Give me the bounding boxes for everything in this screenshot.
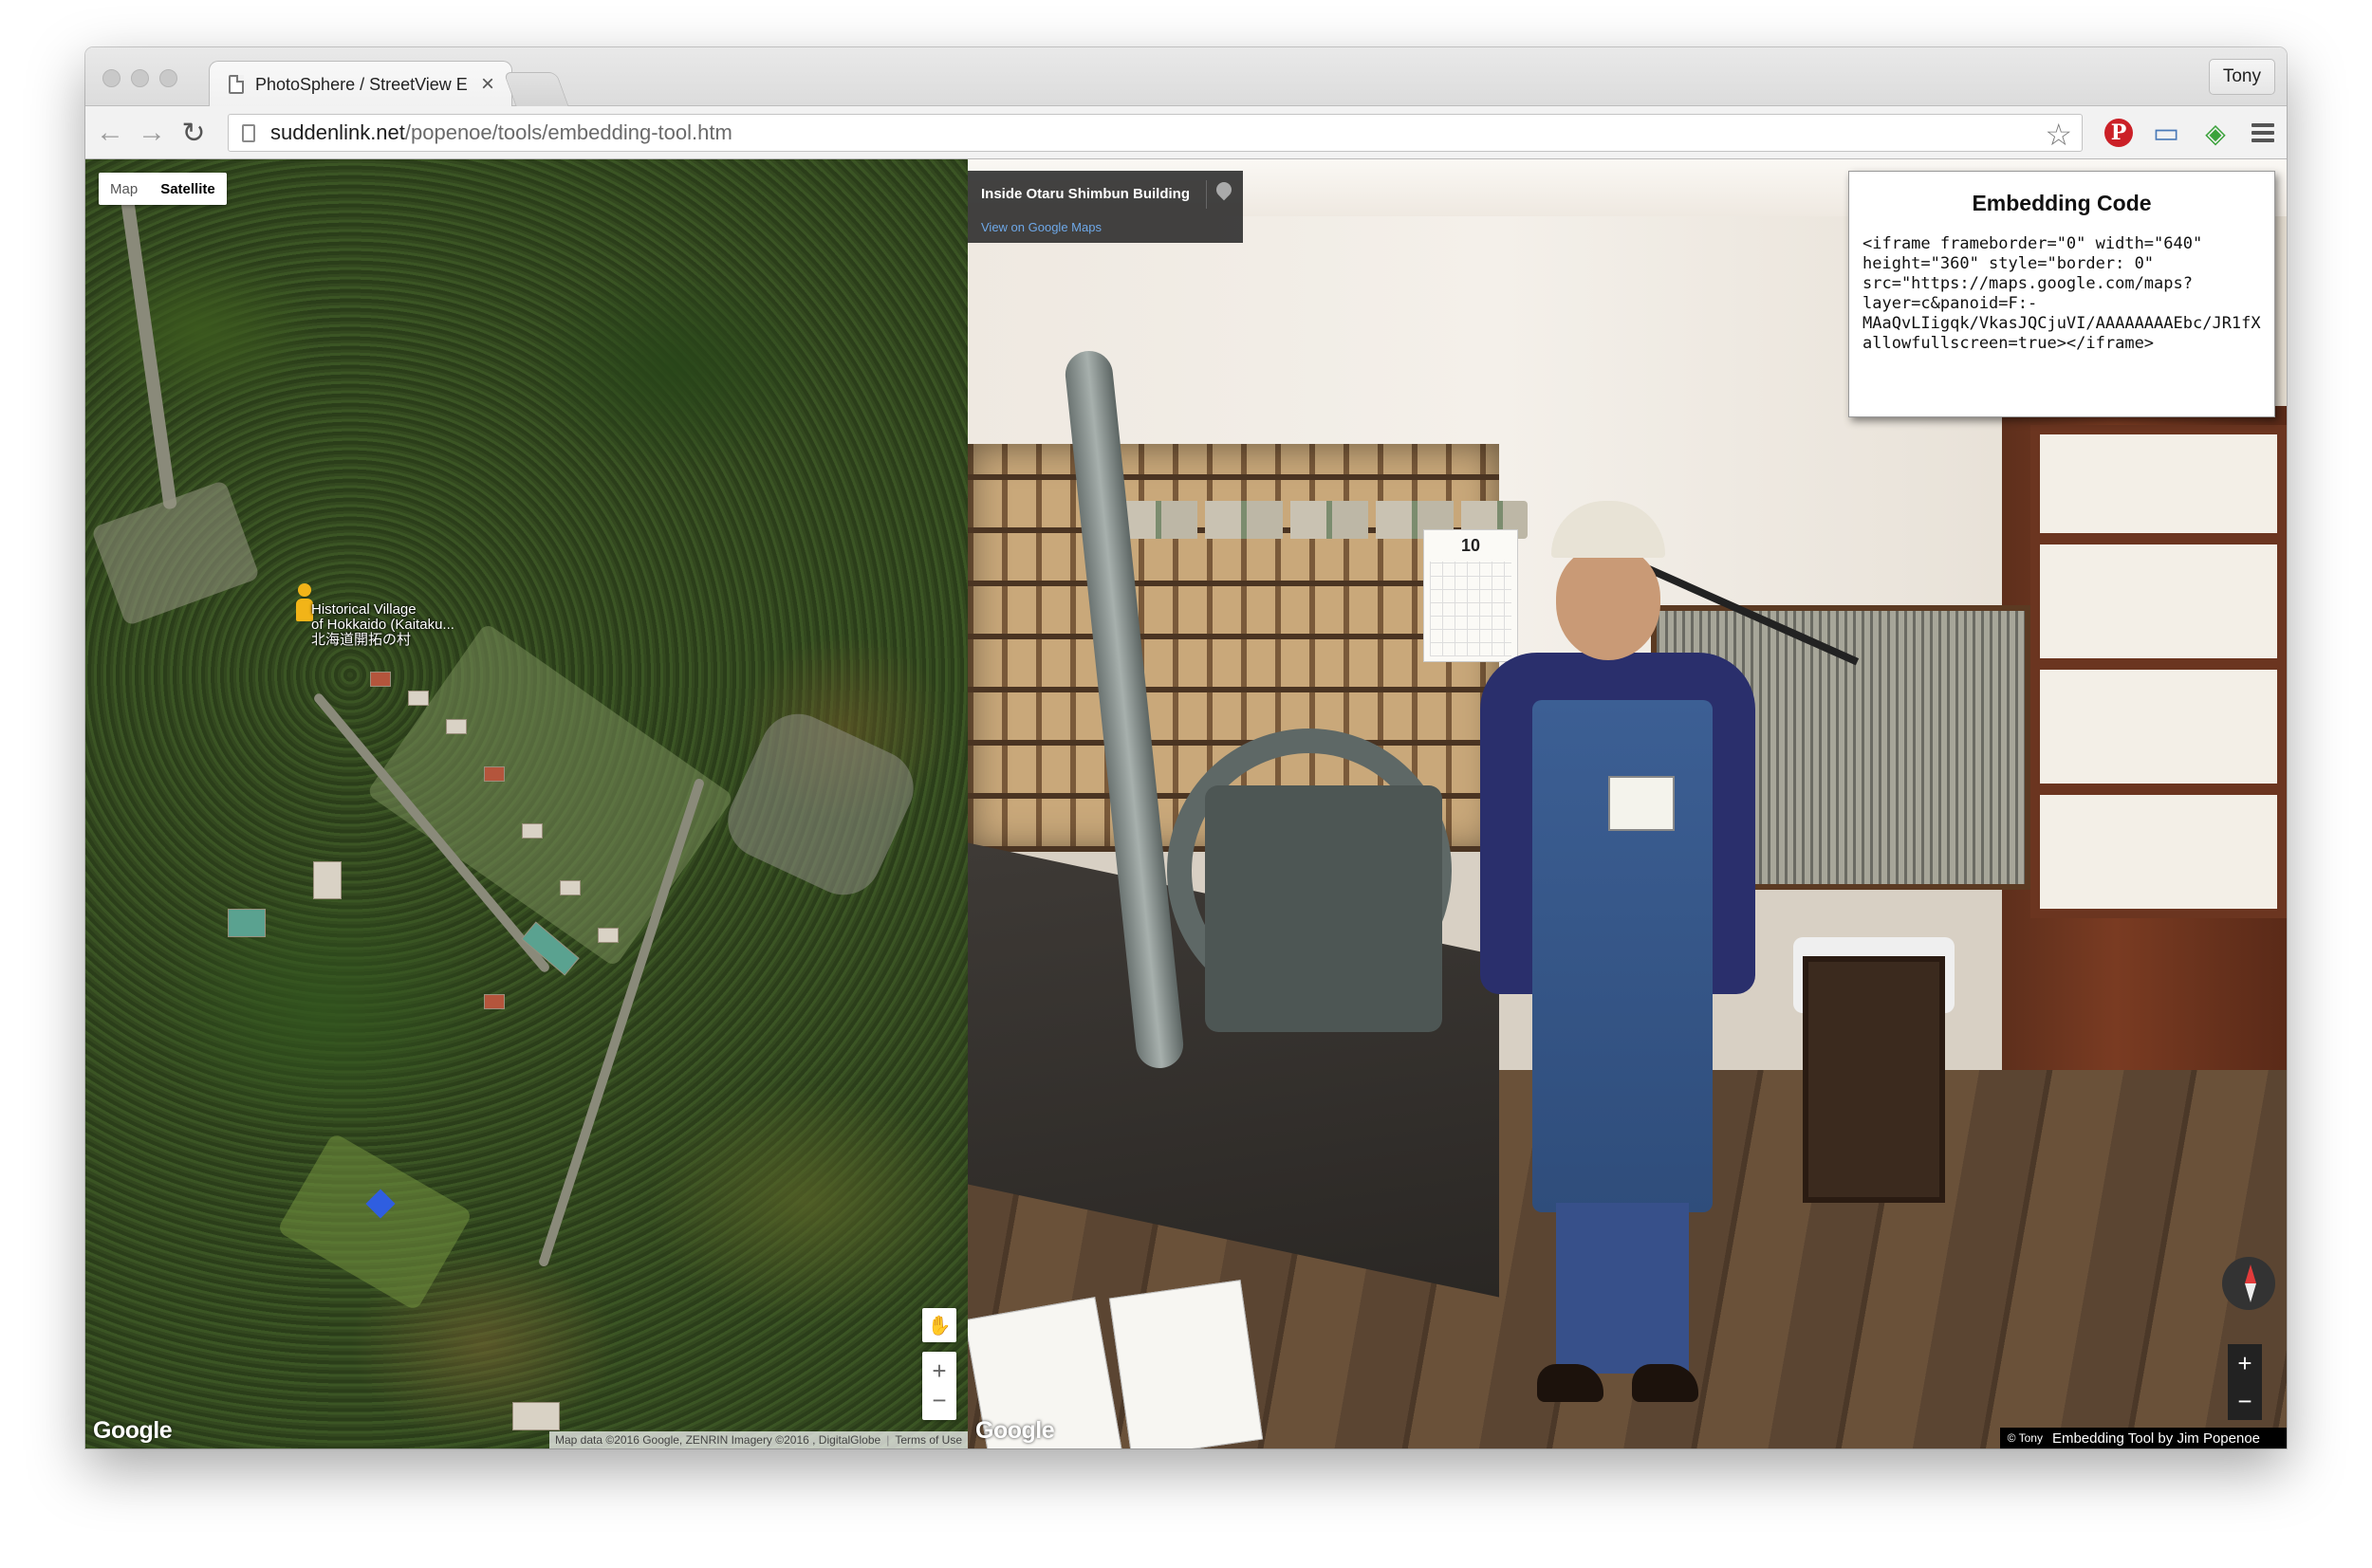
map-attribution-text: Map data ©2016 Google, ZENRIN Imagery ©2…: [554, 1433, 881, 1447]
map-building: [484, 766, 505, 782]
url-path: /popenoe/tools/embedding-tool.htm: [404, 120, 732, 144]
map-type-toggle: Map Satellite: [99, 173, 227, 205]
close-tab-icon[interactable]: ×: [481, 73, 494, 96]
zoom-in-icon[interactable]: +: [932, 1356, 946, 1386]
map-type-map-button[interactable]: Map: [99, 173, 149, 205]
sv-printing-press: [1044, 348, 1480, 1108]
embedding-code-title: Embedding Code: [1972, 191, 2152, 215]
tab-strip: PhotoSphere / StreetView E × Tony: [85, 47, 2287, 107]
reload-icon[interactable]: ↻: [175, 114, 213, 152]
page-icon: [229, 75, 244, 94]
tab-active[interactable]: PhotoSphere / StreetView E ×: [209, 61, 512, 107]
google-logo[interactable]: Google: [975, 1417, 1055, 1445]
page-info-icon[interactable]: [242, 123, 255, 142]
sv-bin: [1803, 956, 1945, 1203]
terms-of-use-link[interactable]: Terms of Use: [895, 1433, 962, 1447]
pegman-control-icon[interactable]: ✋: [922, 1308, 956, 1342]
map-building: [313, 861, 342, 899]
place-label-line1: Historical Village: [311, 601, 417, 618]
map-building: [228, 909, 266, 937]
close-window-icon[interactable]: [102, 69, 120, 87]
map-road: [715, 701, 926, 908]
credit-text: Embedding Tool by Jim Popenoe: [2051, 1430, 2260, 1447]
browser-window: PhotoSphere / StreetView E × Tony ← → ↻ …: [85, 47, 2287, 1448]
back-arrow-icon[interactable]: ←: [91, 114, 129, 152]
map-road: [120, 197, 177, 510]
sv-person: [1461, 501, 1774, 1448]
address-bar[interactable]: suddenlink.net/popenoe/tools/embedding-t…: [228, 114, 2083, 152]
toolbar: ← → ↻ suddenlink.net/popenoe/tools/embed…: [85, 106, 2287, 159]
new-tab-button[interactable]: [503, 72, 569, 106]
place-label[interactable]: Historical Village of Hokkaido (Kaitaku.…: [311, 602, 454, 648]
minimize-window-icon[interactable]: [131, 69, 149, 87]
hamburger-menu-icon[interactable]: [2245, 115, 2281, 151]
sv-zoom-control: + −: [2228, 1344, 2262, 1420]
map-zoom-control: + −: [922, 1352, 956, 1420]
star-icon[interactable]: ☆: [2045, 117, 2072, 153]
map-building: [446, 719, 467, 734]
forward-arrow-icon[interactable]: →: [133, 114, 171, 152]
screen-icon[interactable]: ▭: [2148, 115, 2184, 151]
embedding-code-text[interactable]: <iframe frameborder="0" width="640" heig…: [1862, 234, 2280, 354]
map-building: [408, 691, 429, 706]
eye-extension-icon[interactable]: ◈: [2197, 115, 2233, 151]
map-building: [484, 994, 505, 1009]
pinterest-icon[interactable]: P: [2101, 115, 2137, 151]
sv-window: [2030, 425, 2287, 918]
map-pin-icon[interactable]: [1216, 182, 1232, 205]
page-content: Map Satellite Historical Village of Hokk…: [85, 159, 2287, 1448]
url-host: suddenlink.net: [270, 120, 405, 144]
zoom-out-icon[interactable]: −: [2237, 1387, 2252, 1416]
maximize-window-icon[interactable]: [159, 69, 177, 87]
pinterest-glyph: P: [2104, 119, 2133, 147]
map-building: [598, 928, 619, 943]
place-label-japanese: 北海道開拓の村: [311, 632, 412, 648]
map-attribution: Map data ©2016 Google, ZENRIN Imagery ©2…: [548, 1431, 968, 1448]
zoom-in-icon[interactable]: +: [2237, 1349, 2252, 1378]
zoom-out-icon[interactable]: −: [932, 1386, 946, 1415]
sv-attribution: © Tony Embedding Tool by Jim Popenoe: [1999, 1428, 2287, 1448]
map-clearing: [276, 1132, 473, 1312]
map-type-satellite-button[interactable]: Satellite: [149, 173, 227, 205]
place-label-line2: of Hokkaido (Kaitaku...: [311, 617, 454, 633]
profile-button[interactable]: Tony: [2208, 59, 2275, 95]
compass-icon[interactable]: [2222, 1257, 2275, 1310]
url-text[interactable]: suddenlink.net/popenoe/tools/embedding-t…: [270, 120, 732, 145]
location-title: Inside Otaru Shimbun Building: [981, 186, 1190, 202]
map-building: [522, 823, 543, 839]
map-building: [370, 672, 391, 687]
google-logo[interactable]: Google: [93, 1417, 173, 1445]
map-building: [560, 880, 581, 895]
map-building: [512, 1402, 560, 1430]
map-clearing: [90, 479, 261, 627]
copyright-text: © Tony: [2007, 1431, 2043, 1445]
embedding-code-panel: Embedding Code <iframe frameborder="0" w…: [1848, 171, 2275, 417]
view-on-google-maps-link[interactable]: View on Google Maps: [981, 220, 1102, 234]
location-info-card: Inside Otaru Shimbun Building View on Go…: [968, 171, 1243, 243]
map-clearing: [365, 622, 735, 968]
satellite-map[interactable]: Map Satellite Historical Village of Hokk…: [85, 159, 968, 1448]
tab-title: PhotoSphere / StreetView E: [255, 74, 468, 94]
